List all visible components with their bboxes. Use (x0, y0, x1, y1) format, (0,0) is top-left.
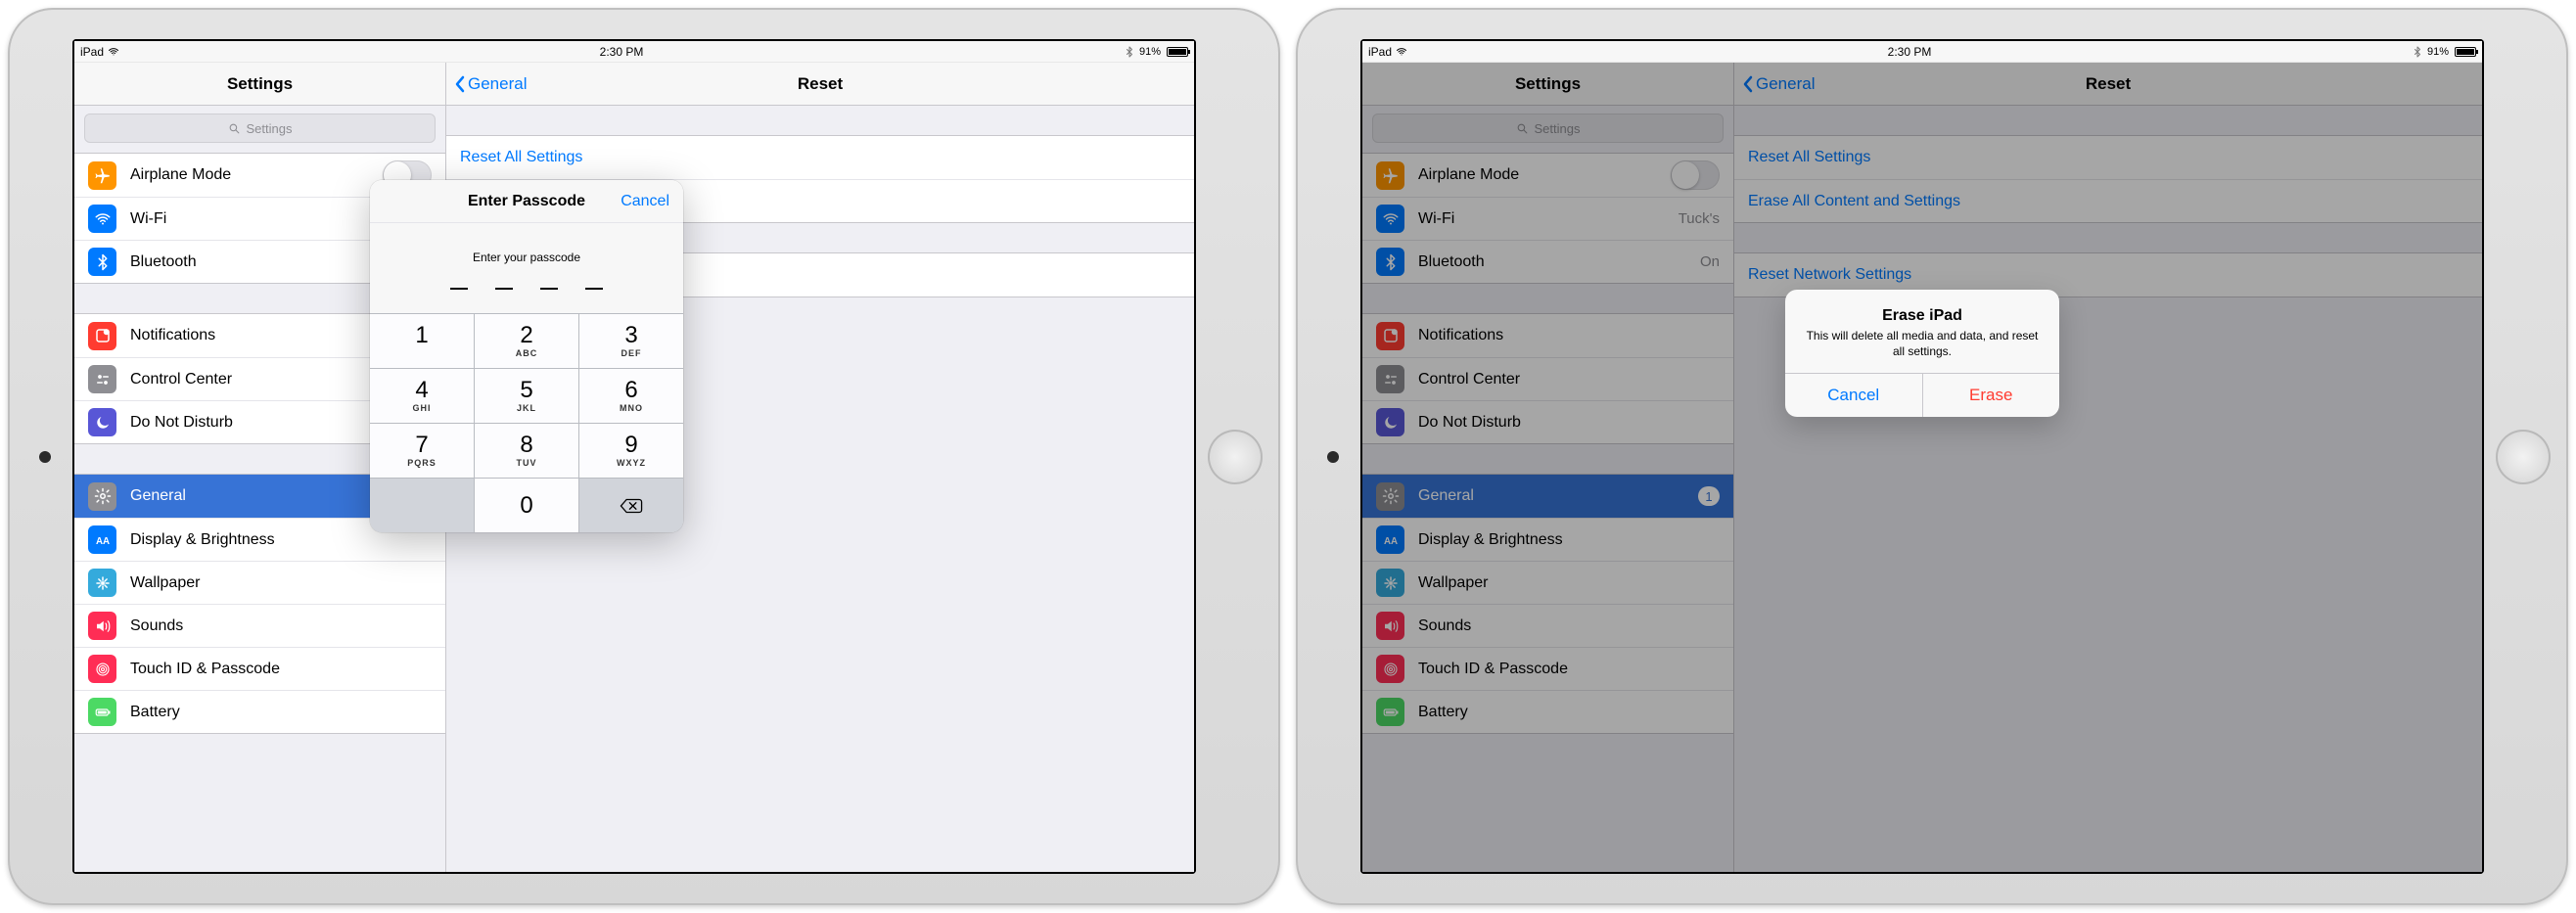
wifi-icon (108, 46, 119, 58)
camera-dot (39, 451, 51, 463)
keypad-9[interactable]: 9WXYZ (579, 423, 683, 478)
alert-message: This will delete all media and data, and… (1801, 329, 2044, 359)
keypad-delete[interactable] (579, 478, 683, 532)
sidebar-item-label: Notifications (130, 327, 215, 344)
keypad-1[interactable]: 1 (370, 313, 475, 368)
speaker-icon (88, 612, 116, 640)
sidebar-item-label: Bluetooth (130, 253, 197, 271)
search-placeholder: Settings (247, 121, 293, 136)
passcode-prompt: Enter your passcode (370, 251, 683, 264)
clock: 2:30 PM (1407, 45, 2412, 59)
alert-erase-button[interactable]: Erase (1922, 374, 2060, 417)
passcode-popover: Enter Passcode Cancel Enter your passcod… (370, 180, 683, 532)
erase-alert: Erase iPad This will delete all media an… (1785, 290, 2059, 417)
sidebar-item-touch-id-passcode[interactable]: Touch ID & Passcode (74, 647, 445, 690)
keypad-6[interactable]: 6MNO (579, 368, 683, 423)
chevron-left-icon (454, 75, 466, 93)
device-label: iPad (80, 45, 104, 59)
sidebar-item-sounds[interactable]: Sounds (74, 604, 445, 647)
gear-icon (88, 482, 116, 511)
keypad-5[interactable]: 5JKL (475, 368, 579, 423)
sidebar-nav: Settings (74, 63, 445, 106)
search-icon (228, 122, 241, 135)
sidebar-item-battery[interactable]: Battery (74, 690, 445, 733)
passcode-dot (450, 288, 468, 290)
keypad-8[interactable]: 8TUV (475, 423, 579, 478)
wifi-icon (88, 205, 116, 233)
sidebar-item-label: Display & Brightness (130, 531, 275, 549)
aa-icon: AA (88, 525, 116, 554)
sidebar-item-label: Control Center (130, 371, 232, 388)
screen: iPad 2:30 PM 91% Settings Se (1360, 39, 2484, 874)
sidebar-item-label: Wi-Fi (130, 210, 166, 228)
camera-dot (1327, 451, 1339, 463)
keypad-blank (370, 478, 475, 532)
modal-overlay (1362, 63, 2482, 872)
status-bar: iPad 2:30 PM 91% (74, 41, 1194, 63)
bluetooth-icon (2412, 46, 2423, 58)
battery-icon (88, 698, 116, 726)
sidebar-item-wallpaper[interactable]: Wallpaper (74, 561, 445, 604)
detail-nav: General Reset (446, 63, 1194, 106)
bluetooth-icon (88, 248, 116, 276)
screen: iPad 2:30 PM 91% Settings Se (72, 39, 1196, 874)
keypad-3[interactable]: 3DEF (579, 313, 683, 368)
popover-title: Enter Passcode (468, 193, 585, 210)
reset-option-reset-all-settings[interactable]: Reset All Settings (446, 136, 1194, 179)
battery-icon (2455, 47, 2476, 57)
back-button[interactable]: General (446, 74, 527, 94)
sidebar-item-label: Wallpaper (130, 574, 200, 592)
passcode-dot (540, 288, 558, 290)
sidebar-item-label: General (130, 487, 186, 505)
keypad-0[interactable]: 0 (475, 478, 579, 532)
cancel-button[interactable]: Cancel (621, 193, 669, 210)
ipad-device-right: iPad 2:30 PM 91% Settings Se (1296, 8, 2568, 905)
alert-title: Erase iPad (1801, 307, 2044, 325)
sidebar-item-label: Airplane Mode (130, 166, 231, 184)
moon-icon (88, 408, 116, 436)
battery-label: 91% (2427, 46, 2449, 58)
wifi-icon (1396, 46, 1407, 58)
sidebar-item-label: Touch ID & Passcode (130, 661, 280, 678)
passcode-dot (585, 288, 603, 290)
ipad-device-left: iPad 2:30 PM 91% Settings Se (8, 8, 1280, 905)
home-button[interactable] (2496, 430, 2551, 484)
home-button[interactable] (1208, 430, 1263, 484)
sidebar-item-label: Do Not Disturb (130, 414, 233, 432)
detail-title: Reset (446, 74, 1194, 94)
keypad-2[interactable]: 2ABC (475, 313, 579, 368)
sidebar-title: Settings (74, 74, 445, 94)
back-label: General (468, 74, 527, 94)
battery-label: 91% (1139, 46, 1161, 58)
keypad-4[interactable]: 4GHI (370, 368, 475, 423)
svg-text:AA: AA (95, 535, 109, 546)
sidebar-item-label: Sounds (130, 617, 183, 635)
notify-icon (88, 322, 116, 350)
bluetooth-icon (1124, 46, 1135, 58)
battery-icon (1167, 47, 1188, 57)
keypad-7[interactable]: 7PQRS (370, 423, 475, 478)
device-label: iPad (1368, 45, 1392, 59)
touchid-icon (88, 655, 116, 683)
passcode-dot (495, 288, 513, 290)
sidebar-item-label: Battery (130, 704, 180, 721)
flower-icon (88, 569, 116, 597)
status-bar: iPad 2:30 PM 91% (1362, 41, 2482, 63)
backspace-icon (619, 496, 644, 516)
alert-cancel-button[interactable]: Cancel (1785, 374, 1922, 417)
control-icon (88, 365, 116, 393)
clock: 2:30 PM (119, 45, 1124, 59)
search-input[interactable]: Settings (84, 114, 436, 143)
airplane-icon (88, 161, 116, 190)
